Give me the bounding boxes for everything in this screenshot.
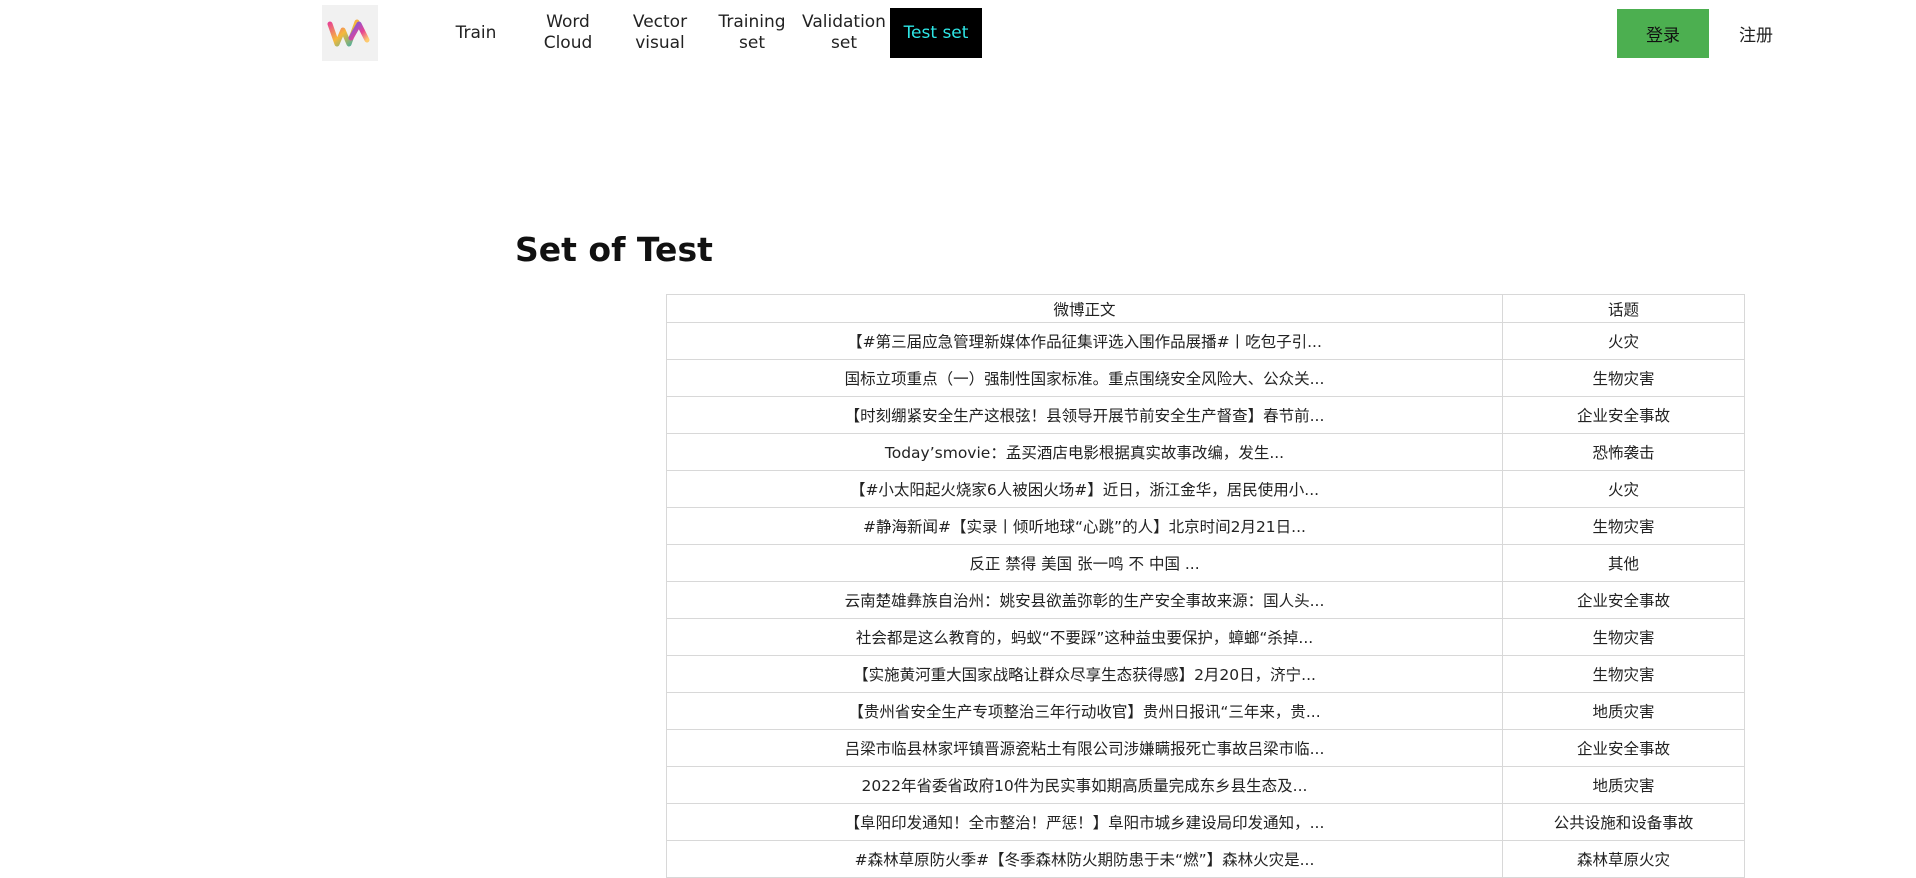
nav-train-label: Train — [455, 22, 497, 43]
topic-cell: 企业安全事故 — [1502, 396, 1745, 434]
table-row: 【贵州省安全生产专项整治三年行动收官】贵州日报讯“三年来，贵... 地质灾害 — [666, 692, 1745, 730]
page-title: Set of Test — [515, 230, 713, 269]
login-button[interactable]: 登录 — [1617, 9, 1709, 58]
table-header-row: 微博正文 话题 — [666, 294, 1745, 323]
register-link-label: 注册 — [1739, 26, 1773, 46]
weibo-text-cell: 2022年省委省政府10件为民实事如期高质量完成东乡县生态及... — [666, 766, 1503, 804]
register-link[interactable]: 注册 — [1712, 9, 1800, 58]
table-row: 反正 禁得 美国 张一鸣 不 中国 ... 其他 — [666, 544, 1745, 582]
weibo-text-cell: 国标立项重点（一）强制性国家标准。重点围绕安全风险大、公众关... — [666, 359, 1503, 397]
nav-training-set-label: Training set — [718, 12, 786, 53]
nav-test-set[interactable]: Test set — [890, 8, 982, 58]
table-row: 吕梁市临县林家坪镇晋源瓷粘土有限公司涉嫌瞒报死亡事故吕梁市临... 企业安全事故 — [666, 729, 1745, 767]
column-header-text: 微博正文 — [666, 294, 1503, 323]
table-row: 【阜阳印发通知！全市整治！严惩！】阜阳市城乡建设局印发通知，... 公共设施和设… — [666, 803, 1745, 841]
logo-icon — [327, 19, 370, 47]
weibo-text-cell: 【#第三届应急管理新媒体作品征集评选入围作品展播#丨吃包子引... — [666, 322, 1503, 360]
nav-vector-visual[interactable]: Vector visual — [614, 8, 706, 58]
app-logo[interactable] — [322, 5, 378, 61]
nav-validation-set[interactable]: Validation set — [798, 8, 890, 58]
weibo-text-cell: #森林草原防火季#【冬季森林防火期防患于未“燃”】森林火灾是... — [666, 840, 1503, 878]
table-row: #静海新闻#【实录丨倾听地球“心跳”的人】北京时间2月21日... 生物灾害 — [666, 507, 1745, 545]
weibo-text-cell: Today’smovie：孟买酒店电影根据真实故事改编，发生... — [666, 433, 1503, 471]
table-body: 【#第三届应急管理新媒体作品征集评选入围作品展播#丨吃包子引... 火灾 国标立… — [666, 322, 1745, 878]
weibo-text-cell: 吕梁市临县林家坪镇晋源瓷粘土有限公司涉嫌瞒报死亡事故吕梁市临... — [666, 729, 1503, 767]
test-set-table: 微博正文 话题 【#第三届应急管理新媒体作品征集评选入围作品展播#丨吃包子引..… — [666, 294, 1745, 878]
weibo-text-cell: 云南楚雄彝族自治州：姚安县欲盖弥彰的生产安全事故来源：国人头... — [666, 581, 1503, 619]
topic-cell: 生物灾害 — [1502, 618, 1745, 656]
nav-word-cloud[interactable]: Word Cloud — [522, 8, 614, 58]
table-row: 【实施黄河重大国家战略让群众尽享生态获得感】2月20日，济宁... 生物灾害 — [666, 655, 1745, 693]
weibo-text-cell: 【#小太阳起火烧家6人被困火场#】近日，浙江金华，居民使用小... — [666, 470, 1503, 508]
table-row: 云南楚雄彝族自治州：姚安县欲盖弥彰的生产安全事故来源：国人头... 企业安全事故 — [666, 581, 1745, 619]
login-button-label: 登录 — [1646, 26, 1680, 46]
table-row: Today’smovie：孟买酒店电影根据真实故事改编，发生... 恐怖袭击 — [666, 433, 1745, 471]
table-row: 2022年省委省政府10件为民实事如期高质量完成东乡县生态及... 地质灾害 — [666, 766, 1745, 804]
table-row: 【#第三届应急管理新媒体作品征集评选入围作品展播#丨吃包子引... 火灾 — [666, 322, 1745, 360]
table-row: 【#小太阳起火烧家6人被困火场#】近日，浙江金华，居民使用小... 火灾 — [666, 470, 1745, 508]
table-row: 国标立项重点（一）强制性国家标准。重点围绕安全风险大、公众关... 生物灾害 — [666, 359, 1745, 397]
topic-cell: 生物灾害 — [1502, 655, 1745, 693]
topic-cell: 生物灾害 — [1502, 359, 1745, 397]
topic-cell: 生物灾害 — [1502, 507, 1745, 545]
topic-cell: 火灾 — [1502, 322, 1745, 360]
weibo-text-cell: 反正 禁得 美国 张一鸣 不 中国 ... — [666, 544, 1503, 582]
weibo-text-cell: 【阜阳印发通知！全市整治！严惩！】阜阳市城乡建设局印发通知，... — [666, 803, 1503, 841]
topic-cell: 地质灾害 — [1502, 692, 1745, 730]
column-header-topic: 话题 — [1502, 294, 1745, 323]
weibo-text-cell: 【时刻绷紧安全生产这根弦！县领导开展节前安全生产督查】春节前... — [666, 396, 1503, 434]
weibo-text-cell: 社会都是这么教育的，蚂蚁“不要踩”这种益虫要保护，蟑螂“杀掉... — [666, 618, 1503, 656]
nav-test-set-label: Test set — [903, 22, 969, 43]
nav-vector-visual-label: Vector visual — [632, 12, 688, 53]
topic-cell: 森林草原火灾 — [1502, 840, 1745, 878]
weibo-text-cell: 【实施黄河重大国家战略让群众尽享生态获得感】2月20日，济宁... — [666, 655, 1503, 693]
weibo-text-cell: #静海新闻#【实录丨倾听地球“心跳”的人】北京时间2月21日... — [666, 507, 1503, 545]
nav-training-set[interactable]: Training set — [706, 8, 798, 58]
topic-cell: 企业安全事故 — [1502, 581, 1745, 619]
topic-cell: 地质灾害 — [1502, 766, 1745, 804]
nav-validation-set-label: Validation set — [802, 12, 886, 53]
weibo-text-cell: 【贵州省安全生产专项整治三年行动收官】贵州日报讯“三年来，贵... — [666, 692, 1503, 730]
table-row: 社会都是这么教育的，蚂蚁“不要踩”这种益虫要保护，蟑螂“杀掉... 生物灾害 — [666, 618, 1745, 656]
topic-cell: 企业安全事故 — [1502, 729, 1745, 767]
nav-word-cloud-label: Word Cloud — [543, 12, 593, 53]
nav-train[interactable]: Train — [430, 8, 522, 58]
topic-cell: 公共设施和设备事故 — [1502, 803, 1745, 841]
topic-cell: 火灾 — [1502, 470, 1745, 508]
table-row: 【时刻绷紧安全生产这根弦！县领导开展节前安全生产督查】春节前... 企业安全事故 — [666, 396, 1745, 434]
table-row: #森林草原防火季#【冬季森林防火期防患于未“燃”】森林火灾是... 森林草原火灾 — [666, 840, 1745, 878]
topic-cell: 恐怖袭击 — [1502, 433, 1745, 471]
top-nav-bar: Train Word Cloud Vector visual Training … — [0, 0, 1916, 70]
topic-cell: 其他 — [1502, 544, 1745, 582]
